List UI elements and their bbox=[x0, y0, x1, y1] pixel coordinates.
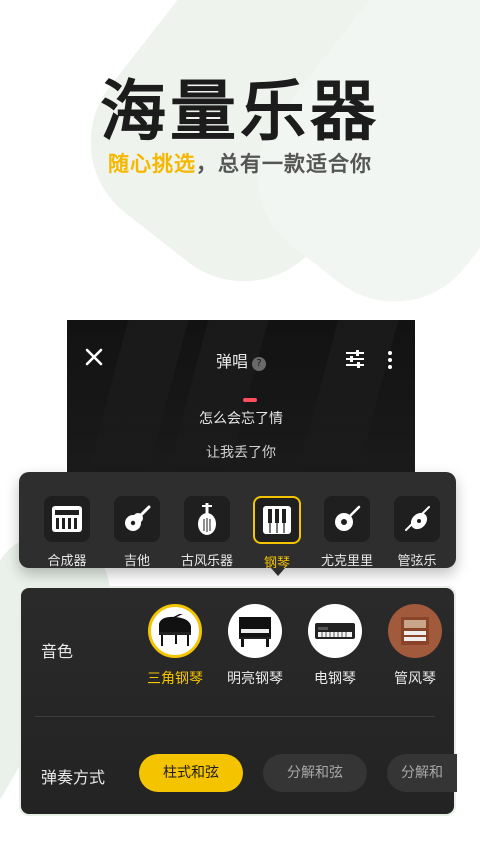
help-icon[interactable]: ? bbox=[252, 357, 266, 371]
hero-subtitle: 随心挑选，总有一款适合你 bbox=[0, 148, 480, 178]
instrument-label: 尤克里里 bbox=[320, 554, 373, 569]
upright-piano-image bbox=[228, 604, 282, 658]
synth-icon bbox=[44, 496, 90, 542]
hero-title: 海量乐器 bbox=[100, 73, 380, 150]
play-style-broken-chord[interactable]: 分解和弦 bbox=[263, 754, 367, 792]
piano-keys-icon bbox=[253, 496, 301, 544]
more-icon[interactable] bbox=[386, 350, 394, 370]
guitar-icon bbox=[114, 496, 160, 542]
tone-label: 电钢琴 bbox=[314, 671, 356, 687]
orchestra-icon bbox=[394, 496, 440, 542]
instrument-orchestra[interactable]: 管弦乐 bbox=[385, 496, 449, 569]
lyric-line: 让我丢了你 bbox=[206, 445, 276, 461]
instrument-bar: 合成器 吉他 古风乐器 钢琴 尤克里里 管弦乐 bbox=[19, 472, 456, 571]
tone-bright-piano[interactable]: 明亮钢琴 bbox=[220, 604, 290, 688]
instrument-ukulele[interactable]: 尤克里里 bbox=[315, 496, 379, 569]
tone-organ[interactable]: 管风琴 bbox=[380, 604, 450, 688]
tone-grand-piano[interactable]: 三角钢琴 bbox=[140, 604, 210, 688]
instrument-piano[interactable]: 钢琴 bbox=[245, 496, 309, 571]
screen-topbar: 弹唱? bbox=[67, 320, 415, 380]
sliders-icon[interactable] bbox=[345, 350, 365, 368]
screen-title-text: 弹唱 bbox=[215, 352, 248, 371]
play-style-label: 弹奏方式 bbox=[41, 768, 106, 787]
tone-label: 三角钢琴 bbox=[147, 671, 203, 687]
organ-image bbox=[388, 604, 442, 658]
play-style-block-chord[interactable]: 柱式和弦 bbox=[139, 754, 243, 792]
sound-settings-panel: 音色 三角钢琴 明亮钢琴 电钢琴 管风琴 弹奏方式 柱式和弦 分解和弦 分解和 bbox=[19, 586, 457, 816]
tone-label: 明亮钢琴 bbox=[227, 671, 283, 687]
instrument-guitar[interactable]: 吉他 bbox=[105, 496, 169, 569]
play-style-broken-chord-2[interactable]: 分解和 bbox=[387, 754, 457, 792]
hero-subtitle-highlight: 随心挑选 bbox=[108, 152, 196, 176]
instrument-synth[interactable]: 合成器 bbox=[35, 496, 99, 569]
tone-row-label: 音色 bbox=[41, 642, 74, 661]
hero-subtitle-rest: ，总有一款适合你 bbox=[196, 152, 372, 176]
instrument-label: 吉他 bbox=[123, 554, 150, 569]
electric-piano-image bbox=[308, 604, 362, 658]
grand-piano-image bbox=[148, 604, 202, 658]
instrument-label: 古风乐器 bbox=[180, 554, 233, 569]
tone-label: 管风琴 bbox=[394, 671, 436, 687]
instrument-label: 合成器 bbox=[47, 554, 87, 569]
tone-electric-piano[interactable]: 电钢琴 bbox=[300, 604, 370, 688]
divider bbox=[35, 716, 435, 717]
lyric-line: 怎么会忘了情 bbox=[199, 411, 283, 427]
pipa-icon bbox=[184, 496, 230, 542]
ukulele-icon bbox=[324, 496, 370, 542]
lyric-progress-marker bbox=[243, 398, 257, 402]
instrument-label: 管弦乐 bbox=[397, 554, 437, 569]
instrument-pipa[interactable]: 古风乐器 bbox=[175, 496, 239, 569]
play-screen: 弹唱? 怎么会忘了情 让我丢了你 bbox=[67, 320, 415, 480]
selection-pointer bbox=[271, 568, 285, 576]
